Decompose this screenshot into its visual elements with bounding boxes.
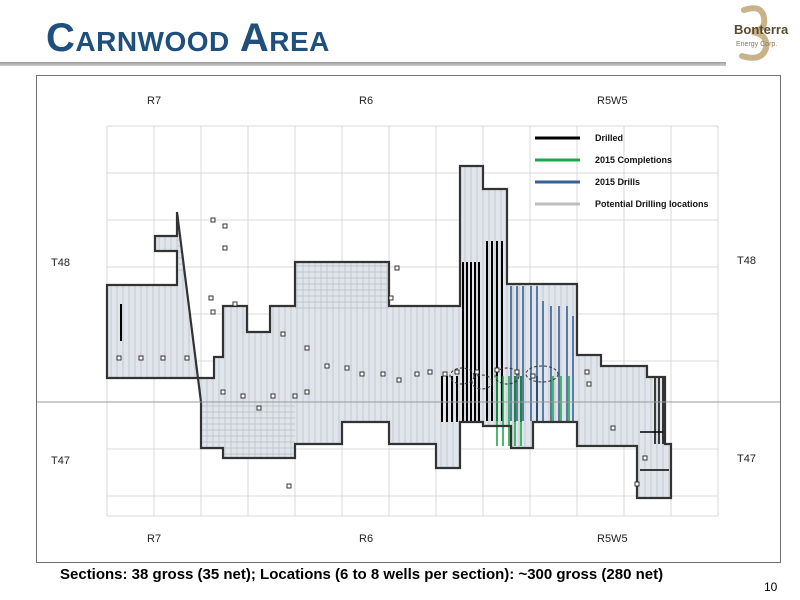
legend-label-drilled: Drilled	[595, 133, 623, 143]
page-number: 10	[764, 580, 778, 594]
well-marker	[359, 371, 365, 377]
well-marker	[240, 393, 246, 399]
range-label-bottom-r7: R7	[147, 533, 161, 545]
well-marker	[344, 365, 350, 371]
well-marker	[584, 369, 590, 375]
well-marker	[138, 355, 144, 361]
well-marker	[414, 371, 420, 377]
well-marker	[642, 455, 648, 461]
legend-label-2015-completions: 2015 Completions	[595, 155, 672, 165]
well-marker	[222, 245, 228, 251]
map-legend: Drilled 2015 Completions 2015 Drills Pot…	[535, 133, 709, 209]
well-marker	[304, 345, 310, 351]
legend-item-2015-drills: 2015 Drills	[535, 177, 640, 187]
well-marker	[394, 265, 400, 271]
well-marker	[324, 363, 330, 369]
well-marker	[184, 355, 190, 361]
well-marker	[270, 393, 276, 399]
range-label-bottom-r5w5: R5W5	[597, 533, 628, 545]
well-marker	[210, 309, 216, 315]
township-label-left-t48: T48	[51, 257, 70, 269]
well-marker	[427, 369, 433, 375]
potential-drilling-lines	[110, 166, 670, 498]
well-marker	[280, 331, 286, 337]
range-label-top-r5w5: R5W5	[597, 95, 628, 107]
title-divider	[0, 62, 726, 66]
page-title: Carnwood Area	[46, 16, 330, 60]
land-map: R7 R6 R5W5 R7 R6 R5W5 T48 T47 T48 T47 Dr…	[37, 95, 780, 545]
well-marker	[210, 217, 216, 223]
well-marker	[474, 369, 480, 375]
well-marker	[292, 393, 298, 399]
range-label-top-r7: R7	[147, 95, 161, 107]
well-marker	[388, 295, 394, 301]
well-marker	[116, 355, 122, 361]
legend-label-potential-locations: Potential Drilling locations	[595, 199, 709, 209]
well-marker	[286, 483, 292, 489]
well-marker	[380, 371, 386, 377]
well-marker	[586, 381, 592, 387]
well-marker	[442, 371, 448, 377]
well-marker	[514, 369, 520, 375]
range-label-bottom-r6: R6	[359, 533, 373, 545]
well-marker	[494, 367, 500, 373]
legend-item-2015-completions: 2015 Completions	[535, 155, 672, 165]
legend-item-potential-locations: Potential Drilling locations	[535, 199, 709, 209]
well-marker	[454, 369, 460, 375]
summary-caption: Sections: 38 gross (35 net); Locations (…	[60, 566, 664, 583]
legend-label-2015-drills: 2015 Drills	[595, 177, 640, 187]
township-label-right-t47: T47	[737, 453, 756, 465]
township-label-right-t48: T48	[737, 255, 756, 267]
well-marker	[304, 389, 310, 395]
well-marker	[610, 425, 616, 431]
well-marker	[208, 295, 214, 301]
map-panel: R7 R6 R5W5 R7 R6 R5W5 T48 T47 T48 T47 Dr…	[36, 75, 781, 563]
well-marker	[232, 301, 238, 307]
well-marker	[530, 373, 536, 379]
well-marker	[220, 389, 226, 395]
well-marker	[396, 377, 402, 383]
logo-subtitle: Energy Corp.	[736, 41, 777, 48]
well-marker	[256, 405, 262, 411]
company-logo: Bonterra Energy Corp.	[734, 5, 789, 61]
range-label-top-r6: R6	[359, 95, 373, 107]
logo-name: Bonterra	[734, 22, 789, 37]
legend-item-drilled: Drilled	[535, 133, 623, 143]
well-marker	[634, 481, 640, 487]
township-label-left-t47: T47	[51, 455, 70, 467]
well-marker	[222, 223, 228, 229]
well-marker	[160, 355, 166, 361]
